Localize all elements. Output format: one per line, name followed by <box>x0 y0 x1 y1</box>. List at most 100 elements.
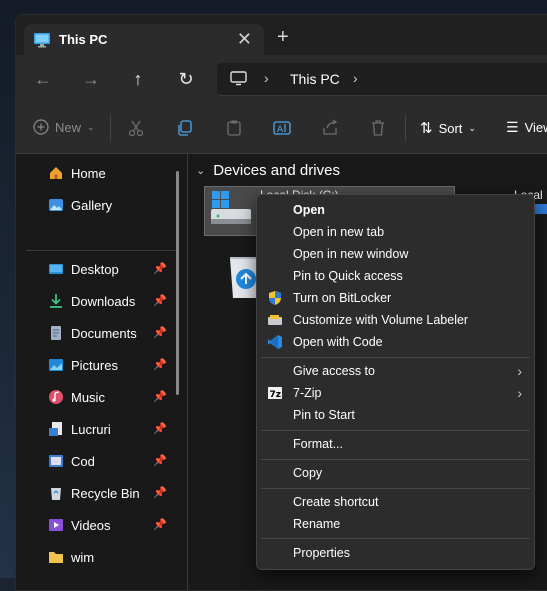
sidebar-item-downloads[interactable]: Downloads <box>48 290 135 312</box>
menu-item-open-new-tab[interactable]: Open in new tab <box>257 221 534 243</box>
shield-icon <box>269 291 281 305</box>
tab-this-pc[interactable]: This PC ✕ <box>24 24 264 55</box>
view-button[interactable]: ☰ View <box>506 119 547 136</box>
menu-item-volume-labeler[interactable]: Customize with Volume Labeler <box>257 309 534 331</box>
new-button[interactable]: New ⌄ <box>33 119 95 135</box>
sidebar-item-label: Home <box>71 165 106 181</box>
paste-icon[interactable] <box>225 119 243 137</box>
menu-item-properties[interactable]: Properties <box>257 542 534 564</box>
menu-item-bitlocker[interactable]: Turn on BitLocker <box>257 287 534 309</box>
menu-item-label: Turn on BitLocker <box>293 291 392 305</box>
sidebar-item-label: Gallery <box>71 197 113 213</box>
sidebar-item-pictures[interactable]: Pictures <box>48 354 118 376</box>
pin-icon[interactable]: 📌 <box>153 390 167 404</box>
sidebar-item-cod[interactable]: Cod <box>48 450 95 472</box>
pin-icon[interactable]: 📌 <box>153 326 167 340</box>
sidebar-item-recycle-bin[interactable]: Recycle Bin <box>48 482 140 504</box>
group-header-devices[interactable]: ⌄ Devices and drives <box>196 162 340 179</box>
menu-item-open-with-code[interactable]: Open with Code <box>257 331 534 353</box>
sort-button[interactable]: ⇅ Sort ⌄ <box>420 119 476 137</box>
sidebar-item-label: Documents <box>71 325 137 341</box>
menu-divider <box>261 538 530 539</box>
up-button[interactable]: ↑ <box>128 69 148 89</box>
share-icon[interactable] <box>321 119 339 137</box>
sidebar-item-lucruri[interactable]: Lucruri <box>48 418 111 440</box>
breadcrumb-chevron-icon[interactable]: › <box>353 70 358 86</box>
menu-divider <box>261 430 530 431</box>
gallery-icon <box>49 199 63 211</box>
sidebar-item-label: Cod <box>71 453 95 469</box>
menu-divider <box>261 459 530 460</box>
menu-item-copy[interactable]: Copy <box>257 462 534 484</box>
sidebar-item-desktop[interactable]: Desktop <box>48 258 119 280</box>
menu-item-label: 7-Zip <box>293 386 322 400</box>
7zip-icon: 7z <box>268 387 282 400</box>
menu-item-rename[interactable]: Rename <box>257 513 534 535</box>
sidebar-item-label: wim <box>71 549 95 565</box>
sidebar-item-documents[interactable]: Documents <box>48 322 137 344</box>
recycle-bin-icon <box>51 488 61 500</box>
menu-item-create-shortcut[interactable]: Create shortcut <box>257 491 534 513</box>
sidebar-item-label: Pictures <box>71 357 118 373</box>
address-bar[interactable]: › This PC › <box>217 63 547 96</box>
breadcrumb-this-pc[interactable]: This PC <box>290 71 340 87</box>
back-button[interactable]: ← <box>33 69 53 89</box>
pin-icon[interactable]: 📌 <box>153 454 167 468</box>
menu-item-give-access[interactable]: Give access to › <box>257 360 534 382</box>
menu-item-label: Format... <box>293 437 344 451</box>
pin-icon[interactable]: 📌 <box>153 486 167 500</box>
sidebar-divider <box>26 250 176 251</box>
menu-item-label: Open in new window <box>293 247 409 261</box>
menu-item-pin-quick-access[interactable]: Pin to Quick access <box>257 265 534 287</box>
new-label: New <box>55 119 82 135</box>
breadcrumb-chevron-icon[interactable]: › <box>264 70 269 86</box>
close-tab-icon[interactable]: ✕ <box>237 29 252 50</box>
command-bar: New ⌄ A ⇅ Sort ⌄ ☰ Vie <box>16 103 547 154</box>
menu-item-label: Properties <box>293 546 350 560</box>
menu-item-open-new-window[interactable]: Open in new window <box>257 243 534 265</box>
menu-item-label: Give access to <box>293 364 375 378</box>
menu-item-format[interactable]: Format... <box>257 433 534 455</box>
svg-text:7z: 7z <box>270 390 282 400</box>
submenu-arrow-icon: › <box>517 385 522 401</box>
sidebar-item-label: Videos <box>71 517 111 533</box>
menu-item-pin-to-start[interactable]: Pin to Start <box>257 404 534 426</box>
plus-circle-icon <box>33 119 49 135</box>
videos-icon <box>49 519 63 531</box>
sidebar-item-home[interactable]: Home <box>48 162 106 184</box>
chevron-down-icon: ⌄ <box>87 121 95 132</box>
rename-icon[interactable]: A <box>273 119 291 137</box>
sidebar-item-music[interactable]: Music <box>48 386 105 408</box>
code-folder-icon <box>49 455 63 467</box>
sidebar-item-videos[interactable]: Videos <box>48 514 111 536</box>
cut-icon[interactable] <box>127 119 145 137</box>
sidebar-item-label: Lucruri <box>71 421 111 437</box>
toolbar-divider <box>405 115 406 141</box>
folder-document-icon <box>49 422 62 436</box>
delete-icon[interactable] <box>369 119 387 137</box>
pin-icon[interactable]: 📌 <box>153 294 167 308</box>
drive-icon <box>211 191 251 224</box>
copy-icon[interactable] <box>176 119 194 137</box>
pin-icon[interactable]: 📌 <box>153 518 167 532</box>
sidebar-item-label: Recycle Bin <box>71 485 140 501</box>
pin-icon[interactable]: 📌 <box>153 358 167 372</box>
pin-icon[interactable]: 📌 <box>153 262 167 276</box>
tab-title: This PC <box>59 32 108 47</box>
chevron-down-icon: ⌄ <box>468 122 476 133</box>
menu-item-7zip[interactable]: 7z 7-Zip › <box>257 382 534 404</box>
menu-item-label: Pin to Start <box>293 408 355 422</box>
new-tab-button[interactable]: + <box>277 27 289 47</box>
sidebar-scrollbar[interactable] <box>176 171 179 395</box>
vscode-icon <box>268 335 282 349</box>
sidebar-item-wim[interactable]: wim <box>48 546 94 568</box>
sidebar-item-label: Music <box>71 389 105 405</box>
desktop-icon <box>49 264 63 274</box>
menu-item-open[interactable]: Open <box>257 199 534 221</box>
forward-button[interactable]: → <box>81 69 101 89</box>
pictures-icon <box>49 359 63 371</box>
sidebar-item-label: Desktop <box>71 261 119 277</box>
pin-icon[interactable]: 📌 <box>153 422 167 436</box>
refresh-button[interactable]: ↻ <box>176 69 196 89</box>
sidebar-item-gallery[interactable]: Gallery <box>48 194 112 216</box>
